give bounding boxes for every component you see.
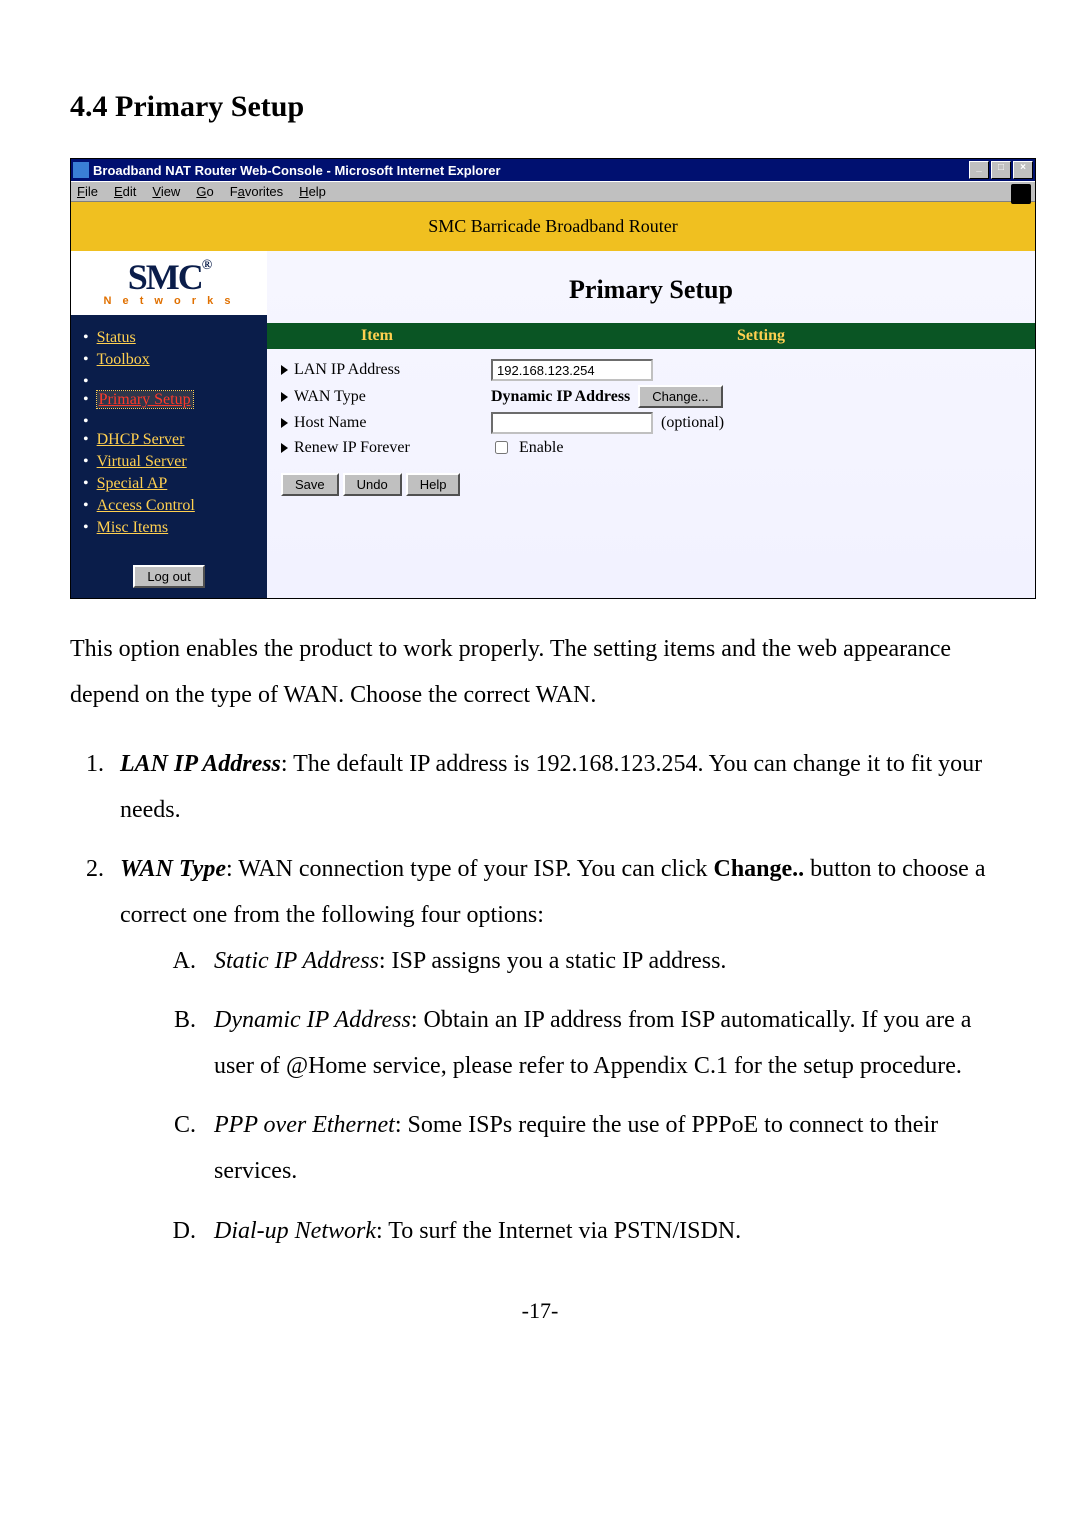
menu-bar: File Edit View Go Favorites Help xyxy=(71,181,1035,202)
nav-toolbox[interactable]: Toolbox xyxy=(83,351,261,369)
sD-text: : To surf the Internet via PSTN/ISDN. xyxy=(376,1218,741,1244)
nav-spacer xyxy=(83,413,261,427)
minimize-button[interactable]: _ xyxy=(969,161,989,179)
menu-edit[interactable]: Edit xyxy=(114,184,136,199)
host-name-input[interactable] xyxy=(491,412,653,434)
term-dynamic-ip: Dynamic IP Address xyxy=(214,1007,411,1033)
pane-title: Primary Setup xyxy=(267,251,1035,323)
term-static-ip: Static IP Address xyxy=(214,948,379,974)
row-host-name: Host Name (optional) xyxy=(277,412,1025,434)
sA-text: : ISP assigns you a static IP address. xyxy=(379,948,727,974)
wan-type-label: WAN Type xyxy=(294,388,366,405)
menu-favorites[interactable]: Favorites xyxy=(230,184,283,199)
nav-spacer xyxy=(83,373,261,387)
close-button[interactable]: × xyxy=(1013,161,1033,179)
triangle-icon xyxy=(281,392,288,402)
term-wan-type: WAN Type xyxy=(120,856,226,882)
li2-text-a: : WAN connection type of your ISP. You c… xyxy=(226,856,714,882)
triangle-icon xyxy=(281,418,288,428)
logo-text: SMC xyxy=(128,257,202,297)
intro-paragraph: This option enables the product to work … xyxy=(70,627,1010,718)
window-title: Broadband NAT Router Web-Console - Micro… xyxy=(93,163,969,178)
menu-help[interactable]: Help xyxy=(299,184,326,199)
ie-icon xyxy=(73,162,89,178)
settings-header: Item Setting xyxy=(267,323,1035,349)
row-lan-ip: LAN IP Address xyxy=(277,359,1025,381)
nav-misc-items[interactable]: Misc Items xyxy=(83,519,261,537)
host-name-label: Host Name xyxy=(294,414,366,431)
sidebar: SMC® N e t w o r k s Status Toolbox Prim… xyxy=(71,251,267,598)
list-item: WAN Type: WAN connection type of your IS… xyxy=(110,847,1010,1254)
lan-ip-input[interactable] xyxy=(491,359,653,381)
nav-list: Status Toolbox Primary Setup DHCP Server… xyxy=(71,315,267,551)
list-item: Dial-up Network: To surf the Internet vi… xyxy=(202,1209,1010,1255)
col-item-header: Item xyxy=(267,323,487,349)
renew-enable-checkbox[interactable] xyxy=(495,441,508,454)
browser-window: Broadband NAT Router Web-Console - Micro… xyxy=(70,158,1036,599)
row-renew-ip: Renew IP Forever Enable xyxy=(277,438,1025,457)
numbered-list: LAN IP Address: The default IP address i… xyxy=(70,742,1010,1254)
nav-primary-setup[interactable]: Primary Setup xyxy=(83,391,261,409)
menu-file[interactable]: File xyxy=(77,184,98,199)
list-item: Static IP Address: ISP assigns you a sta… xyxy=(202,939,1010,985)
alpha-list: Static IP Address: ISP assigns you a sta… xyxy=(120,939,1010,1255)
logout-button[interactable]: Log out xyxy=(133,565,204,588)
list-item: PPP over Ethernet: Some ISPs require the… xyxy=(202,1103,1010,1194)
list-item: Dynamic IP Address: Obtain an IP address… xyxy=(202,998,1010,1089)
nav-status[interactable]: Status xyxy=(83,329,261,347)
registered-icon: ® xyxy=(202,258,210,273)
term-lan-ip: LAN IP Address xyxy=(120,751,281,777)
help-button[interactable]: Help xyxy=(406,473,461,496)
list-item: LAN IP Address: The default IP address i… xyxy=(110,742,1010,833)
triangle-icon xyxy=(281,365,288,375)
lan-ip-label: LAN IP Address xyxy=(294,361,400,378)
term-change: Change.. xyxy=(713,856,804,882)
nav-special-ap[interactable]: Special AP xyxy=(83,475,261,493)
page-number: -17- xyxy=(70,1298,1010,1324)
term-dialup: Dial-up Network xyxy=(214,1218,376,1244)
triangle-icon xyxy=(281,443,288,453)
undo-button[interactable]: Undo xyxy=(343,473,402,496)
brand-logo: SMC® N e t w o r k s xyxy=(71,251,267,315)
menu-view[interactable]: View xyxy=(152,184,180,199)
col-setting-header: Setting xyxy=(487,323,1035,349)
logo-subtext: N e t w o r k s xyxy=(71,295,267,307)
nav-access-control[interactable]: Access Control xyxy=(83,497,261,515)
nav-virtual-server[interactable]: Virtual Server xyxy=(83,453,261,471)
renew-label: Renew IP Forever xyxy=(294,439,410,456)
wan-type-value: Dynamic IP Address xyxy=(491,388,630,406)
main-pane: Primary Setup Item Setting LAN IP Addres… xyxy=(267,251,1035,598)
nav-dhcp-server[interactable]: DHCP Server xyxy=(83,431,261,449)
row-wan-type: WAN Type Dynamic IP Address Change... xyxy=(277,385,1025,408)
title-bar: Broadband NAT Router Web-Console - Micro… xyxy=(71,159,1035,181)
ie-throbber-icon xyxy=(1011,184,1031,204)
menu-go[interactable]: Go xyxy=(196,184,213,199)
renew-enable-label: Enable xyxy=(519,439,563,457)
change-button[interactable]: Change... xyxy=(638,385,722,408)
host-optional-text: (optional) xyxy=(661,414,724,432)
save-button[interactable]: Save xyxy=(281,473,339,496)
maximize-button[interactable]: □ xyxy=(991,161,1011,179)
term-pppoe: PPP over Ethernet xyxy=(214,1112,395,1138)
product-banner: SMC Barricade Broadband Router xyxy=(71,202,1035,251)
section-heading: 4.4 Primary Setup xyxy=(70,90,1010,124)
